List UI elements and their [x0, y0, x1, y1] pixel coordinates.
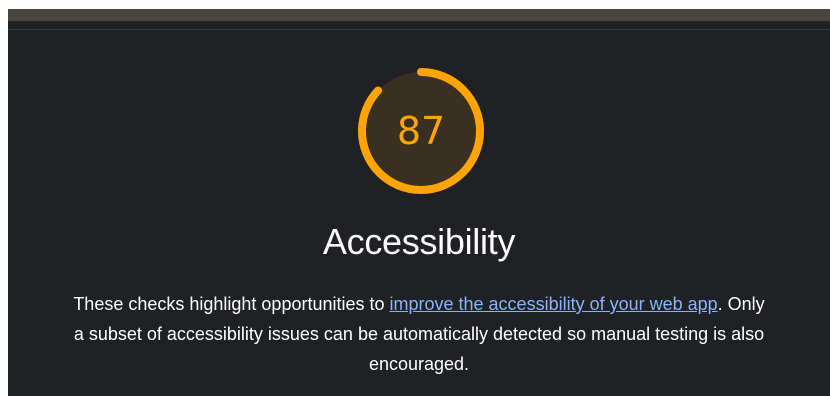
report-frame: 87 Accessibility These checks highlight …	[0, 0, 830, 396]
description-text-before: These checks highlight opportunities to	[73, 294, 390, 314]
score-gauge: 87	[356, 66, 486, 196]
category-description: These checks highlight opportunities to …	[68, 289, 770, 379]
header-divider	[8, 29, 830, 30]
category-title: Accessibility	[322, 221, 516, 262]
accessibility-report-panel: 87 Accessibility These checks highlight …	[8, 9, 830, 396]
header-bar	[8, 9, 830, 21]
accessibility-docs-link[interactable]: improve the accessibility of your web ap…	[390, 294, 718, 314]
score-value: 87	[396, 109, 446, 153]
